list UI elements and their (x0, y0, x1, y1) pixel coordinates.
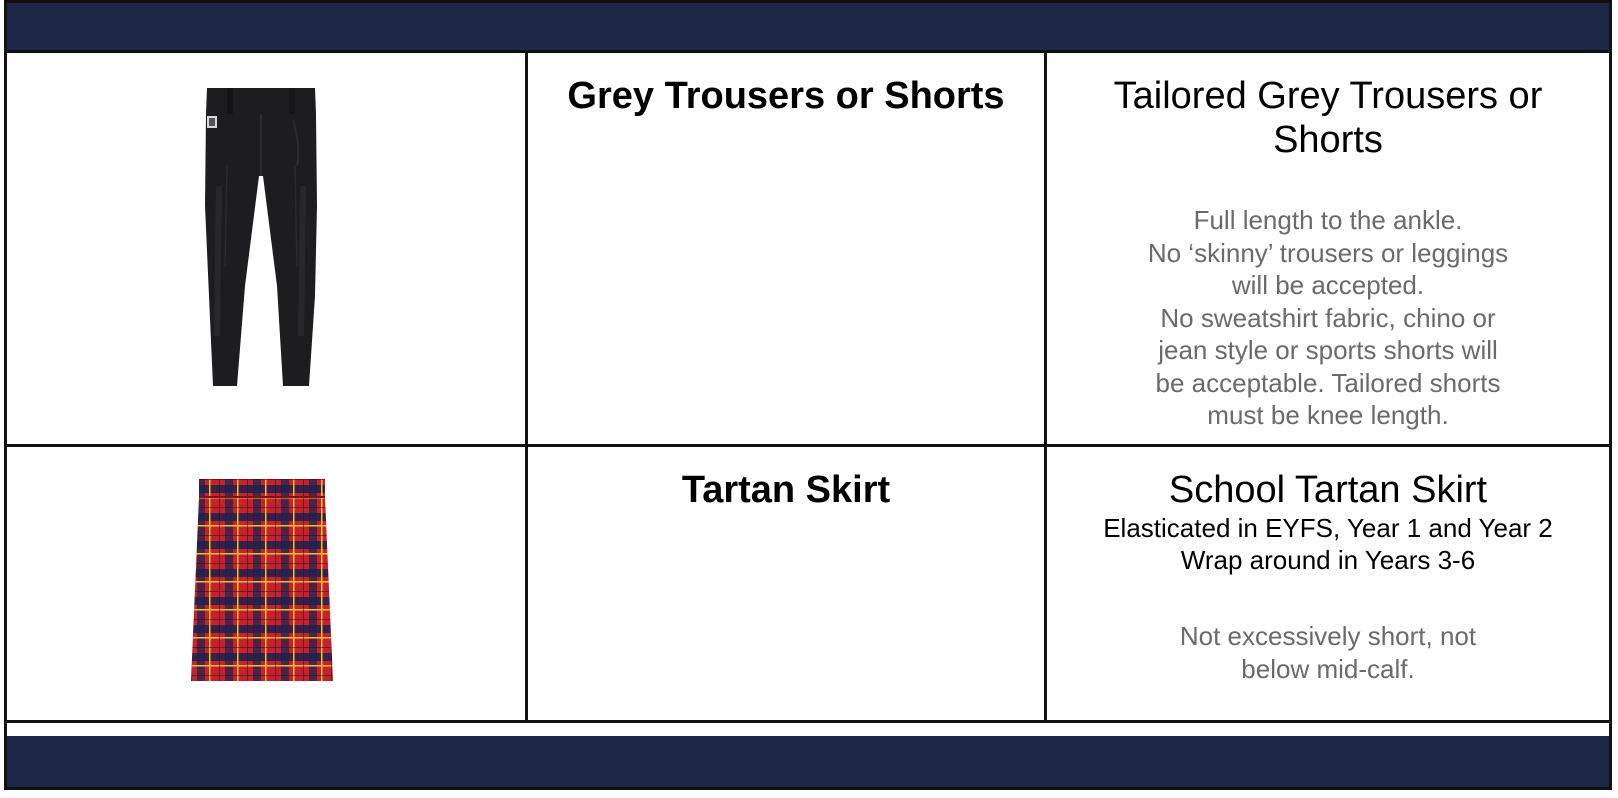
skirt-name-cell: Tartan Skirt (528, 447, 1044, 720)
item-title: School Tartan Skirt (1168, 469, 1488, 511)
item-subtitle-line: Wrap around in Years 3-6 (1180, 545, 1476, 575)
skirt-description-cell: School Tartan Skirt Elasticated in EYFS,… (1047, 447, 1609, 720)
item-note-line: No sweatshirt fabric, chino or (1160, 302, 1496, 333)
item-note-line: No ‘skinny’ trousers or leggings (1147, 237, 1509, 268)
trousers-image-cell (7, 53, 525, 444)
item-note-line: below mid-calf. (1241, 653, 1415, 684)
item-subtitle-line: Elasticated in EYFS, Year 1 and Year 2 (1103, 513, 1553, 543)
item-note-line: will be accepted. (1231, 270, 1425, 300)
item-note-line: Full length to the ankle. (1193, 205, 1463, 235)
footer-bar (7, 736, 1609, 787)
item-note-line: be acceptable. Tailored shorts (1155, 367, 1501, 398)
uniform-table: Grey Trousers or Shorts Tailored Grey Tr… (4, 0, 1612, 790)
header-bar (7, 3, 1609, 53)
item-note-line: Not excessively short, not (1179, 621, 1477, 651)
row-divider (7, 720, 1609, 723)
item-note-line: jean style or sports shorts will (1158, 335, 1498, 365)
item-name: Tartan Skirt (681, 469, 891, 511)
skirt-image-cell (7, 447, 525, 720)
grey-trousers-image (205, 88, 317, 386)
tartan-skirt-image (191, 479, 333, 681)
trousers-description-cell: Tailored Grey Trousers or Shorts Full le… (1047, 53, 1609, 444)
item-name: Grey Trousers or Shorts (567, 75, 1005, 117)
trousers-name-cell: Grey Trousers or Shorts (528, 53, 1044, 444)
item-note-line: must be knee length. (1207, 400, 1449, 430)
item-title: Tailored Grey Trousers or Shorts (1113, 75, 1543, 161)
